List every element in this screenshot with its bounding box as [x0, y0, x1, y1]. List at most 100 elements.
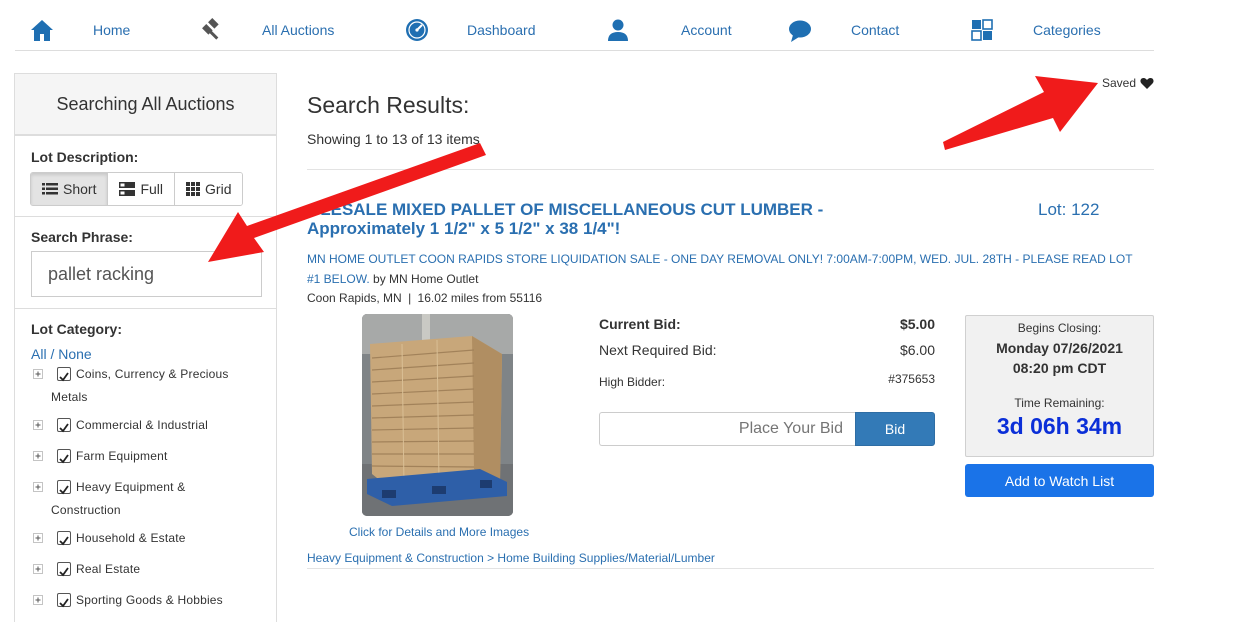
- search-phrase-input[interactable]: [31, 251, 262, 297]
- lot-location: Coon Rapids, MN | 16.02 miles from 55116: [307, 291, 542, 305]
- category-label: Sporting Goods & Hobbies: [76, 593, 223, 607]
- category-label-cont: Metals: [51, 390, 88, 404]
- category-label: Real Estate: [76, 562, 141, 576]
- search-phrase-label: Search Phrase:: [31, 229, 133, 245]
- check-icon: [59, 454, 69, 464]
- nav-contact[interactable]: Contact: [787, 0, 957, 51]
- view-grid-label: Grid: [205, 181, 232, 197]
- view-mode-toggle: Short Full Grid: [30, 172, 244, 206]
- sidebar-header: Searching All Auctions: [15, 74, 276, 136]
- expand-icon: [33, 595, 43, 605]
- divider: [307, 568, 1154, 569]
- current-bid-value: $5.00: [899, 316, 935, 332]
- gavel-icon: [202, 18, 219, 40]
- category-checkbox[interactable]: [57, 562, 71, 577]
- expand-icon: [33, 482, 43, 492]
- user-icon: [608, 19, 628, 41]
- category-label-cont: Construction: [51, 503, 121, 517]
- current-bid-label: Current Bid:: [599, 316, 681, 332]
- nav-label: Contact: [851, 22, 900, 38]
- categories-icon: [971, 19, 993, 41]
- category-checkbox[interactable]: [57, 418, 71, 433]
- nav-label: Home: [93, 22, 131, 38]
- category-checkbox[interactable]: [57, 367, 71, 382]
- heart-icon: [1140, 77, 1154, 89]
- category-item[interactable]: Household & Estate: [33, 527, 253, 550]
- lot-title-link[interactable]: OLESALE MIXED PALLET OF MISCELLANEOUS CU…: [307, 200, 907, 238]
- closing-time: 08:20 pm CDT: [1012, 360, 1107, 376]
- full-view-icon: [119, 182, 136, 196]
- nav-label: All Auctions: [262, 22, 335, 38]
- category-label: Commercial & Industrial: [76, 418, 208, 432]
- details-link[interactable]: Click for Details and More Images: [349, 525, 529, 539]
- category-item[interactable]: Coins, Currency & Precious Metals: [33, 363, 253, 409]
- bid-button[interactable]: Bid: [855, 412, 935, 446]
- closing-info-box: Begins Closing: Monday 07/26/2021 08:20 …: [965, 315, 1154, 457]
- time-remaining-label: Time Remaining:: [1014, 396, 1105, 410]
- place-bid-input[interactable]: [599, 412, 856, 446]
- expand-icon: [33, 533, 43, 543]
- category-label: Heavy Equipment &: [76, 480, 186, 494]
- list-icon: [42, 183, 58, 195]
- check-icon: [59, 598, 69, 608]
- lot-title-line1: OLESALE MIXED PALLET OF MISCELLANEOUS CU…: [307, 200, 824, 219]
- divider: [15, 308, 276, 309]
- search-sidebar: Searching All Auctions Lot Description: …: [14, 73, 277, 622]
- expand-icon: [33, 420, 43, 430]
- nav-all-auctions[interactable]: All Auctions: [195, 0, 375, 51]
- closing-date: Monday 07/26/2021: [996, 340, 1123, 356]
- results-count: Showing 1 to 13 of 13 items: [307, 131, 480, 147]
- closing-label: Begins Closing:: [1017, 321, 1102, 335]
- category-checkbox[interactable]: [57, 480, 71, 495]
- divider: [15, 216, 276, 217]
- category-breadcrumb[interactable]: Heavy Equipment & Construction > Home Bu…: [307, 551, 715, 565]
- lot-thumbnail[interactable]: [362, 314, 513, 516]
- category-checkbox[interactable]: [57, 593, 71, 608]
- nav-home[interactable]: Home: [15, 0, 185, 51]
- nav-account[interactable]: Account: [605, 0, 775, 51]
- category-item[interactable]: Commercial & Industrial: [33, 414, 253, 437]
- dashboard-icon: [406, 19, 428, 41]
- category-label: Coins, Currency & Precious: [76, 367, 229, 381]
- location-distance: 16.02 miles from 55116: [417, 291, 543, 305]
- next-bid-label: Next Required Bid:: [599, 342, 717, 358]
- category-checkbox[interactable]: [57, 449, 71, 464]
- category-item[interactable]: Sporting Goods & Hobbies: [33, 589, 253, 612]
- expand-icon: [33, 369, 43, 379]
- expand-icon: [33, 451, 43, 461]
- high-bidder-label: High Bidder:: [599, 375, 666, 389]
- nav-label: Categories: [1033, 22, 1101, 38]
- nav-label: Account: [681, 22, 732, 38]
- results-title: Search Results:: [307, 92, 470, 118]
- lot-description-label: Lot Description:: [31, 149, 139, 165]
- divider: [307, 169, 1154, 170]
- category-item[interactable]: Heavy Equipment & Construction: [33, 476, 253, 522]
- lot-sale-info: MN HOME OUTLET COON RAPIDS STORE LIQUIDA…: [307, 249, 1147, 289]
- nav-dashboard[interactable]: Dashboard: [403, 0, 573, 51]
- nav-categories[interactable]: Categories: [969, 0, 1149, 51]
- category-label: Farm Equipment: [76, 449, 168, 463]
- next-bid-value: $6.00: [899, 342, 935, 358]
- category-item[interactable]: Real Estate: [33, 558, 253, 581]
- category-item[interactable]: Farm Equipment: [33, 445, 253, 468]
- view-full-button[interactable]: Full: [108, 173, 176, 205]
- high-bidder-value: #375653: [888, 372, 935, 386]
- view-short-button[interactable]: Short: [31, 173, 109, 205]
- view-short-label: Short: [63, 181, 97, 197]
- category-checkbox[interactable]: [57, 531, 71, 546]
- view-grid-button[interactable]: Grid: [175, 173, 243, 205]
- location-city: Coon Rapids, MN: [307, 291, 402, 305]
- top-nav: Home All Auctions Dashboard Account Cont…: [15, 0, 1154, 51]
- saved-link[interactable]: Saved: [1102, 76, 1154, 90]
- add-to-watch-list-button[interactable]: Add to Watch List: [965, 464, 1154, 497]
- check-icon: [59, 372, 69, 382]
- time-remaining-value: 3d 06h 34m: [996, 413, 1123, 439]
- select-all-none-link[interactable]: All / None: [31, 346, 92, 362]
- chat-icon: [789, 20, 811, 42]
- grid-icon: [186, 182, 201, 196]
- lumber-pallet-image: [362, 314, 513, 516]
- check-icon: [59, 567, 69, 577]
- lot-number: Lot: 122: [1038, 200, 1100, 219]
- check-icon: [59, 423, 69, 433]
- nav-label: Dashboard: [467, 22, 536, 38]
